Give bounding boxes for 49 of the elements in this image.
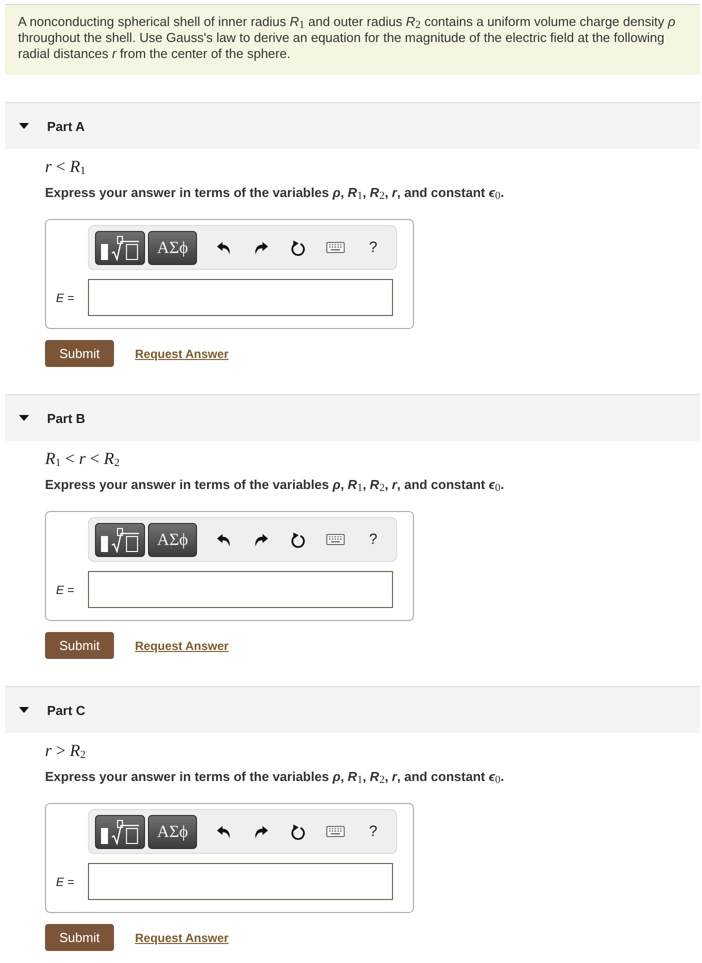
undo-icon[interactable] bbox=[217, 824, 231, 838]
part-title: Part C bbox=[47, 702, 86, 718]
reset-icon[interactable] bbox=[290, 532, 305, 548]
submit-button[interactable]: Submit bbox=[45, 340, 114, 367]
greek-symbols-button[interactable]: ΑΣϕ bbox=[148, 522, 197, 556]
part-title: Part B bbox=[47, 410, 86, 426]
condition-text: r > R$_{2}$ bbox=[45, 743, 87, 759]
root-template-icon bbox=[100, 526, 140, 552]
answer-label: E = bbox=[56, 290, 76, 304]
redo-icon[interactable] bbox=[254, 532, 268, 546]
templates-button[interactable] bbox=[95, 230, 145, 264]
reset-icon[interactable] bbox=[290, 824, 305, 840]
redo-icon[interactable] bbox=[254, 240, 268, 254]
help-button[interactable]: ? bbox=[369, 531, 378, 548]
undo-icon[interactable] bbox=[217, 532, 231, 546]
part-header[interactable]: Part C bbox=[5, 687, 700, 733]
request-answer-link[interactable]: Request Answer bbox=[135, 930, 229, 944]
part-header[interactable]: Part B bbox=[5, 395, 700, 441]
request-answer-link[interactable]: Request Answer bbox=[135, 346, 229, 360]
answer-label: E = bbox=[56, 582, 76, 596]
condition-text: r < R$_{1}$ bbox=[45, 159, 87, 175]
condition-text: R$_{1}$ < r < R$_{2}$ bbox=[45, 451, 121, 467]
help-button[interactable]: ? bbox=[369, 239, 378, 256]
keyboard-icon[interactable] bbox=[326, 242, 345, 253]
root-template-icon bbox=[100, 818, 140, 844]
instruction-text: Express your answer in terms of the variables ρ, R$_{1}$, R$_{2}$, r, and constant ϵ$_{0}$. bbox=[45, 769, 506, 785]
redo-icon[interactable] bbox=[254, 824, 268, 838]
templates-button[interactable] bbox=[95, 814, 145, 848]
greek-symbols-button[interactable]: ΑΣϕ bbox=[148, 814, 197, 848]
instruction-text: Express your answer in terms of the variables ρ, R$_{1}$, R$_{2}$, r, and constant ϵ$_{0}$. bbox=[45, 477, 506, 493]
help-button[interactable]: ? bbox=[369, 823, 378, 840]
part-title: Part A bbox=[47, 118, 85, 134]
undo-icon[interactable] bbox=[217, 240, 231, 254]
submit-button[interactable]: Submit bbox=[45, 632, 114, 659]
answer-field[interactable] bbox=[88, 571, 393, 608]
submit-button[interactable]: Submit bbox=[45, 924, 114, 951]
templates-button[interactable] bbox=[95, 522, 145, 556]
greek-symbols-button[interactable]: ΑΣϕ bbox=[148, 230, 197, 264]
request-answer-link[interactable]: Request Answer bbox=[135, 638, 229, 652]
answer-field[interactable] bbox=[88, 863, 393, 900]
root-template-icon bbox=[100, 234, 140, 260]
answer-field[interactable] bbox=[88, 279, 393, 316]
reset-icon[interactable] bbox=[290, 240, 305, 256]
problem-text: A nonconducting spherical shell of inner radius R$_{1}$ and outer radius R$_{2}$ contains a uniform volume charge density ρ throughout the shell. Use Gauss's law to derive an equation for the magnitude of the electric field at the following radial distances r from the center of the sphere. bbox=[5, 4, 700, 75]
keyboard-icon[interactable] bbox=[326, 534, 345, 545]
part-header[interactable]: Part A bbox=[5, 103, 700, 149]
keyboard-icon[interactable] bbox=[326, 826, 345, 837]
answer-label: E = bbox=[56, 874, 76, 888]
instruction-text: Express your answer in terms of the variables ρ, R$_{1}$, R$_{2}$, r, and constant ϵ$_{0}$. bbox=[45, 185, 506, 201]
